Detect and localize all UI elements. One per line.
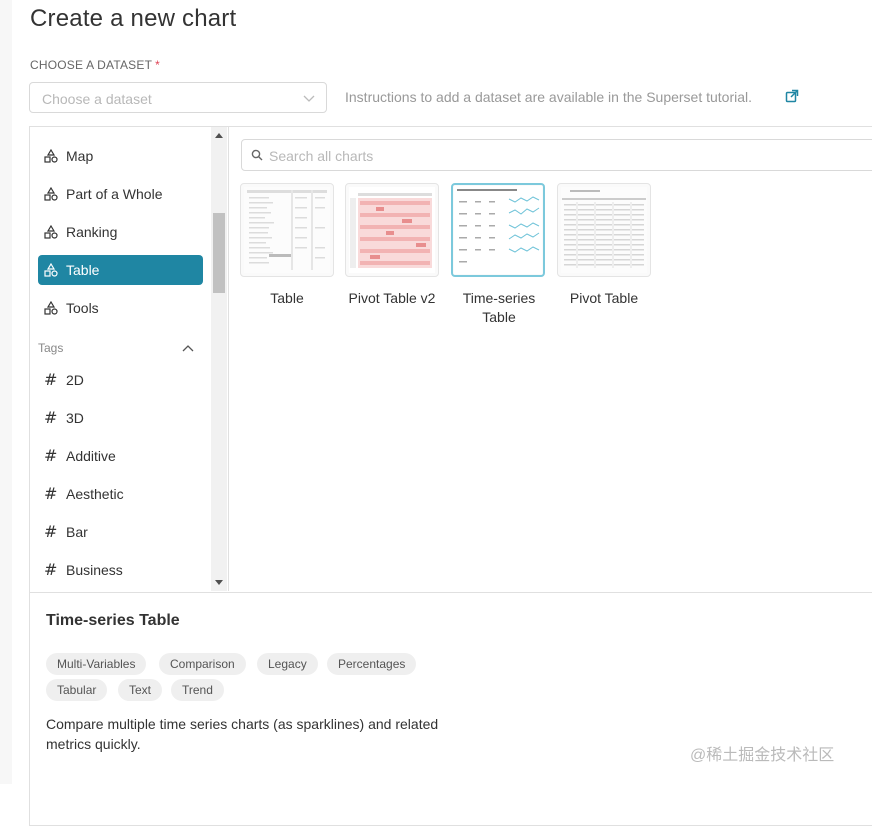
shapes-icon: [44, 149, 58, 163]
dataset-select[interactable]: Choose a dataset: [29, 82, 327, 113]
chart-tile-label: Time-series Table: [462, 290, 536, 325]
dataset-select-placeholder: Choose a dataset: [42, 91, 152, 107]
sidebar-item-label: Map: [66, 148, 94, 164]
page-title: Create a new chart: [30, 5, 237, 32]
sidebar-tag-label: Additive: [66, 448, 116, 464]
search-icon: [251, 149, 263, 161]
chart-tile-label: Pivot Table v2: [348, 290, 436, 306]
hash-icon: #: [44, 408, 58, 427]
chart-tile-label: Pivot Table: [569, 290, 639, 306]
detail-title: Time-series Table: [46, 612, 180, 629]
shapes-icon: [44, 225, 58, 239]
sidebar-tag-label: 2D: [66, 372, 84, 388]
detail-tag-chip: Trend: [171, 679, 224, 701]
sidebar-item-map[interactable]: Map: [38, 141, 203, 171]
chart-tile-label: Table: [270, 290, 304, 306]
scroll-down-arrow-icon[interactable]: [215, 580, 223, 585]
detail-tag-chip: Percentages: [327, 653, 417, 675]
required-mark: *: [155, 58, 160, 72]
scroll-up-arrow-icon[interactable]: [215, 133, 223, 138]
shapes-icon: [44, 301, 58, 315]
hash-icon: #: [44, 370, 58, 389]
detail-description: Compare multiple time series charts (as …: [46, 716, 439, 752]
sidebar-item-label: Ranking: [66, 224, 118, 240]
detail-divider: [30, 592, 872, 593]
detail-tag-chip: Tabular: [46, 679, 108, 701]
external-link-icon[interactable]: [785, 89, 799, 103]
sidebar-tag-label: Aesthetic: [66, 486, 124, 502]
tags-section-header: Tags: [38, 341, 64, 355]
search-placeholder: Search all charts: [269, 148, 374, 164]
detail-tag-chip: Legacy: [257, 653, 318, 675]
scroll-thumb[interactable]: [213, 213, 225, 293]
chart-search-input[interactable]: Search all charts: [241, 139, 872, 171]
pivot-table-v2-thumbnail: [349, 187, 435, 273]
shapes-icon: [44, 263, 58, 277]
sidebar-tag-label: 3D: [66, 410, 84, 426]
chart-tile-pivot-table[interactable]: [557, 183, 651, 277]
shapes-icon: [44, 187, 58, 201]
detail-tag-chip: Text: [118, 679, 163, 701]
hash-icon: #: [44, 560, 58, 579]
dataset-label-text: CHOOSE A DATASET: [30, 58, 153, 72]
sidebar-tag-label: Bar: [66, 524, 88, 540]
sidebar-divider: [228, 127, 229, 591]
chart-category-sidebar: Map Part of a Whole Ranking Table Tools …: [30, 127, 228, 591]
sidebar-tag-3d[interactable]: # 3D: [38, 403, 203, 433]
sidebar-item-tools[interactable]: Tools: [38, 293, 203, 323]
hash-icon: #: [44, 446, 58, 465]
dataset-instructions: Instructions to add a dataset are availa…: [345, 89, 753, 105]
chevron-up-icon[interactable]: [182, 343, 194, 353]
sidebar-tag-additive[interactable]: # Additive: [38, 441, 203, 471]
chevron-down-icon: [303, 95, 315, 102]
sidebar-item-table[interactable]: Table: [38, 255, 203, 285]
hash-icon: #: [44, 522, 58, 541]
sidebar-tag-2d[interactable]: # 2D: [38, 365, 203, 395]
chart-tile-time-series-table[interactable]: [451, 183, 545, 277]
sidebar-tag-bar[interactable]: # Bar: [38, 517, 203, 547]
hash-icon: #: [44, 484, 58, 503]
sidebar-item-label: Table: [66, 262, 100, 278]
time-series-table-thumbnail: [454, 186, 542, 274]
sidebar-item-label: Part of a Whole: [66, 186, 163, 202]
sidebar-tag-label: Business: [66, 562, 123, 578]
sidebar-item-label: Tools: [66, 300, 99, 316]
sidebar-item-ranking[interactable]: Ranking: [38, 217, 203, 247]
sidebar-scrollbar[interactable]: [211, 127, 227, 591]
pivot-table-thumbnail: [561, 187, 647, 273]
sidebar-tag-aesthetic[interactable]: # Aesthetic: [38, 479, 203, 509]
left-margin-strip: [0, 0, 12, 784]
sidebar-tag-business[interactable]: # Business: [38, 555, 203, 585]
detail-tag-chip: Multi-Variables: [46, 653, 147, 675]
detail-tag-chip: Comparison: [159, 653, 246, 675]
table-thumbnail: [244, 187, 330, 273]
chart-tile-table[interactable]: [240, 183, 334, 277]
dataset-label: CHOOSE A DATASET *: [30, 58, 160, 72]
sidebar-item-part-of-a-whole[interactable]: Part of a Whole: [38, 179, 203, 209]
watermark-text: @稀土掘金技术社区: [690, 747, 835, 764]
chart-tile-pivot-table-v2[interactable]: [345, 183, 439, 277]
